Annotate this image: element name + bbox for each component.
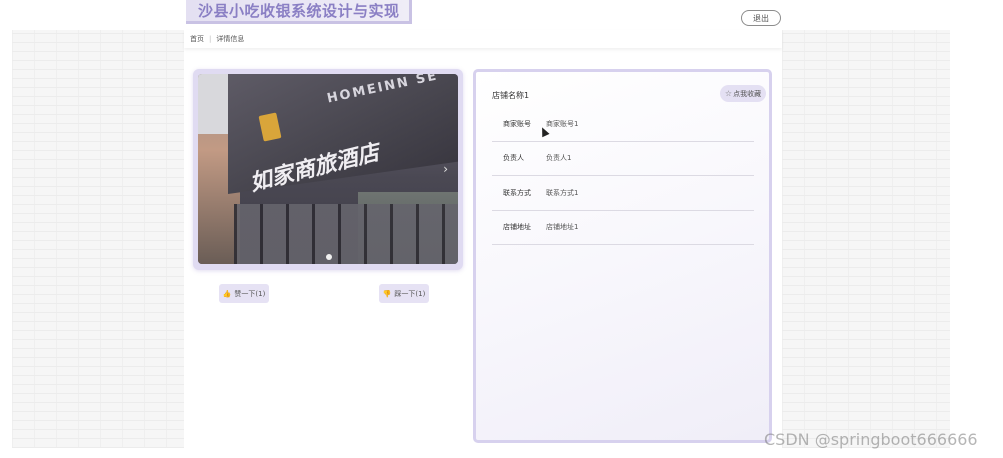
info-row-manager: 负责人 负责人1: [492, 142, 754, 176]
shop-detail-card: 店铺名称1 ☆ 点我收藏 商家账号 商家账号1 负责人 负责人1 联系方式 联系…: [473, 69, 772, 443]
breadcrumb: 首页 | 详情信息: [184, 30, 782, 48]
shop-name: 店铺名称1: [492, 91, 530, 100]
background-right: [782, 30, 950, 448]
info-row-address: 店铺地址 店铺地址1: [492, 211, 754, 245]
info-label: 负责人: [503, 154, 524, 163]
dislike-button[interactable]: 👎 踩一下(1): [379, 284, 429, 303]
info-label: 联系方式: [503, 188, 531, 197]
app-title: 沙县小吃收银系统设计与实现: [198, 2, 400, 20]
like-label: 赞一下(1): [234, 289, 266, 298]
breadcrumb-separator: |: [209, 35, 212, 43]
watermark: CSDN @springboot666666: [764, 430, 978, 449]
star-icon: ☆: [724, 89, 733, 98]
thumbs-up-icon: 👍: [222, 289, 232, 298]
shop-info-list: 商家账号 商家账号1 负责人 负责人1 联系方式 联系方式1 店铺地址 店铺地址…: [492, 107, 754, 245]
info-value: 负责人1: [546, 154, 572, 163]
info-row-account: 商家账号 商家账号1: [492, 107, 754, 142]
photo-windows: [234, 204, 458, 264]
breadcrumb-current: 详情信息: [216, 35, 245, 43]
logout-button[interactable]: 退出: [741, 10, 781, 26]
thumbs-down-icon: 👎: [382, 289, 392, 298]
image-carousel-card: HOMEINN SE 如家商旅酒店 ›: [193, 69, 463, 270]
favorite-button[interactable]: ☆ 点我收藏: [720, 85, 766, 102]
shop-photo: HOMEINN SE 如家商旅酒店 ›: [198, 74, 458, 264]
info-label: 商家账号: [503, 119, 531, 128]
app-title-banner: 沙县小吃收银系统设计与实现: [186, 0, 412, 24]
info-row-contact: 联系方式 联系方式1: [492, 176, 754, 211]
carousel-next-icon[interactable]: ›: [443, 162, 448, 176]
favorite-label: 点我收藏: [733, 89, 762, 98]
info-value: 店铺地址1: [546, 223, 579, 232]
photo-sky: [198, 74, 228, 134]
info-label: 店铺地址: [503, 223, 531, 232]
info-value: 商家账号1: [546, 119, 579, 128]
like-button[interactable]: 👍 赞一下(1): [219, 284, 269, 303]
carousel-indicator-dot[interactable]: [326, 254, 332, 260]
info-value: 联系方式1: [546, 188, 579, 197]
background-left: [12, 30, 184, 448]
dislike-label: 踩一下(1): [394, 289, 426, 298]
breadcrumb-home[interactable]: 首页: [190, 34, 204, 44]
